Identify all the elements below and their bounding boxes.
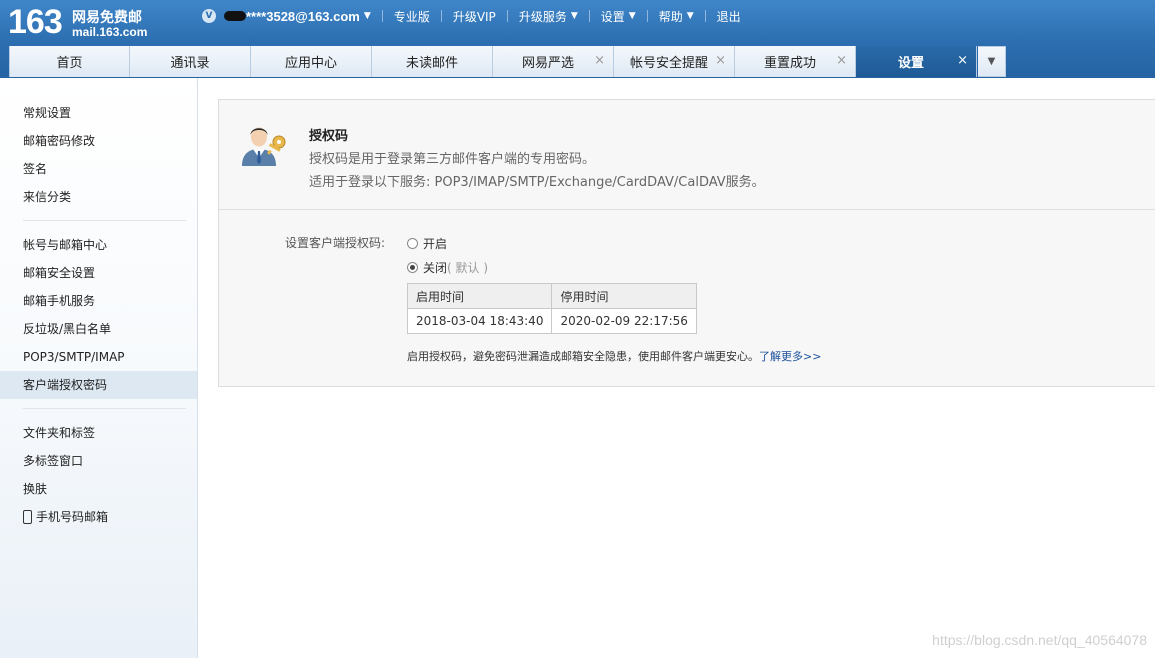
sidebar-item-spam-lists[interactable]: 反垃圾/黑白名单 — [0, 315, 197, 343]
auth-code-on-option[interactable]: 开启 — [407, 235, 447, 252]
chevron-down-icon: ▼ — [570, 11, 578, 21]
sidebar-item-folders-labels[interactable]: 文件夹和标签 — [0, 419, 197, 447]
column-header-disabled-time: 停用时间 — [551, 283, 697, 309]
disabled-time-cell: 2020-02-09 22:17:56 — [551, 308, 697, 334]
auth-code-time-table: 启用时间 停用时间 2018-03-04 18:43:40 2020-02-09… — [406, 283, 697, 334]
tab-yanxuan[interactable]: 网易严选 × — [493, 46, 614, 77]
close-icon[interactable]: × — [836, 54, 847, 67]
sidebar-item-label: 手机号码邮箱 — [36, 510, 109, 524]
sidebar-item-skins[interactable]: 换肤 — [0, 475, 197, 503]
upgrade-vip-link[interactable]: 升级VIP — [453, 8, 496, 25]
settings-menu-label: 设置 — [600, 9, 625, 24]
tab-label: 首页 — [56, 56, 83, 71]
sidebar-item-phone-mailbox[interactable]: 手机号码邮箱 — [0, 503, 197, 531]
panel-title: 授权码 — [309, 129, 349, 144]
sidebar-item-mail-filters[interactable]: 来信分类 — [0, 183, 197, 211]
close-icon[interactable]: × — [715, 54, 726, 67]
logo-domain: mail.163.com — [72, 25, 148, 39]
panel-header: 授权码 授权码是用于登录第三方邮件客户端的专用密码。 适用于登录以下服务: PO… — [219, 100, 1155, 210]
divider — [704, 10, 706, 22]
divider — [646, 10, 648, 22]
learn-more-link[interactable]: 了解更多>> — [759, 350, 821, 363]
logo-title: 网易免费邮 — [72, 10, 142, 26]
mobile-phone-icon — [23, 510, 32, 524]
sidebar-item-account-center[interactable]: 帐号与邮箱中心 — [0, 231, 197, 259]
sidebar-item-mobile-service[interactable]: 邮箱手机服务 — [0, 287, 197, 315]
panel-body: 设置客户端授权码: 开启 关闭 ( 默认 ) 启用时间 停用时间 2018-03… — [219, 210, 1155, 386]
panel-description: 授权码是用于登录第三方邮件客户端的专用密码。 — [309, 152, 596, 167]
sidebar-item-general-settings[interactable]: 常规设置 — [0, 99, 197, 127]
watermark: https://blog.csdn.net/qq_40564078 — [932, 632, 1147, 648]
radio-off-label: 关闭 — [423, 261, 448, 275]
sidebar-item-security-settings[interactable]: 邮箱安全设置 — [0, 259, 197, 287]
close-icon[interactable]: × — [957, 54, 968, 67]
logo-number: 163 — [8, 3, 63, 41]
account-menu[interactable]: ****3528@163.com ▼ — [224, 9, 371, 24]
column-header-enabled-time: 启用时间 — [406, 283, 553, 309]
help-menu[interactable]: 帮助 ▼ — [659, 8, 694, 25]
radio-on-label: 开启 — [423, 237, 448, 251]
sidebar-item-client-auth-code[interactable]: 客户端授权密码 — [0, 371, 197, 399]
tab-label: 重置成功 — [763, 56, 816, 71]
help-menu-label: 帮助 — [658, 9, 683, 24]
tab-reset-success[interactable]: 重置成功 × — [735, 46, 856, 77]
vip-badge-icon[interactable]: V — [202, 9, 216, 23]
tab-contacts[interactable]: 通讯录 — [130, 46, 251, 77]
tab-bar: 首页 通讯录 应用中心 未读邮件 网易严选 × 帐号安全提醒 × 重置成功 × … — [9, 46, 1006, 77]
tab-label: 应用中心 — [284, 56, 337, 71]
sidebar-item-signature[interactable]: 签名 — [0, 155, 197, 183]
settings-sidebar: 常规设置 邮箱密码修改 签名 来信分类 帐号与邮箱中心 邮箱安全设置 邮箱手机服… — [0, 78, 198, 658]
settings-menu[interactable]: 设置 ▼ — [601, 8, 636, 25]
account-email: ****3528@163.com — [246, 8, 360, 24]
tab-account-security-alert[interactable]: 帐号安全提醒 × — [614, 46, 735, 77]
tab-label: 未读邮件 — [405, 56, 458, 71]
divider — [381, 10, 383, 22]
pro-edition-link[interactable]: 专业版 — [394, 8, 430, 25]
upgrade-service-label: 升级服务 — [518, 9, 567, 24]
chevron-down-icon: ▼ — [628, 11, 636, 21]
default-note: ( 默认 ) — [447, 261, 489, 275]
user-key-icon — [242, 127, 286, 166]
security-tip: 启用授权码，避免密码泄漏造成邮箱安全隐患，使用邮件客户端更安心。了解更多>> — [407, 348, 821, 364]
chevron-down-icon: ▼ — [987, 56, 996, 67]
masked-username — [224, 11, 246, 21]
top-nav: V ****3528@163.com ▼ 专业版 升级VIP 升级服务 ▼ 设置… — [202, 6, 741, 26]
logout-link[interactable]: 退出 — [717, 8, 741, 25]
tab-settings[interactable]: 设置 × — [856, 46, 977, 77]
sidebar-group-account: 帐号与邮箱中心 邮箱安全设置 邮箱手机服务 反垃圾/黑白名单 POP3/SMTP… — [0, 221, 197, 399]
tab-label: 帐号安全提醒 — [629, 56, 708, 71]
upgrade-service-menu[interactable]: 升级服务 ▼ — [519, 8, 578, 25]
tab-unread-mail[interactable]: 未读邮件 — [372, 46, 493, 77]
chevron-down-icon: ▼ — [686, 11, 694, 21]
divider — [588, 10, 590, 22]
tab-label: 网易严选 — [521, 56, 574, 71]
sidebar-item-multi-tab-window[interactable]: 多标签窗口 — [0, 447, 197, 475]
sidebar-item-change-password[interactable]: 邮箱密码修改 — [0, 127, 197, 155]
radio-off[interactable] — [407, 262, 418, 273]
sidebar-group-general: 常规设置 邮箱密码修改 签名 来信分类 — [0, 78, 197, 211]
tab-label: 通讯录 — [170, 56, 210, 71]
auth-code-panel: 授权码 授权码是用于登录第三方邮件客户端的专用密码。 适用于登录以下服务: PO… — [218, 99, 1155, 387]
table-header-row: 启用时间 停用时间 — [406, 283, 697, 309]
sidebar-group-display: 文件夹和标签 多标签窗口 换肤 手机号码邮箱 — [0, 409, 197, 531]
close-icon[interactable]: × — [594, 54, 605, 67]
table-row: 2018-03-04 18:43:40 2020-02-09 22:17:56 — [406, 308, 697, 334]
tab-label: 设置 — [897, 56, 924, 71]
divider — [506, 10, 508, 22]
security-tip-text: 启用授权码，避免密码泄漏造成邮箱安全隐患，使用邮件客户端更安心。 — [407, 350, 759, 363]
radio-on[interactable] — [407, 238, 418, 249]
auth-code-setting-label: 设置客户端授权码: — [285, 236, 386, 250]
chevron-down-icon: ▼ — [363, 11, 371, 21]
tab-home[interactable]: 首页 — [9, 46, 130, 77]
enabled-time-cell: 2018-03-04 18:43:40 — [406, 308, 553, 334]
panel-services-description: 适用于登录以下服务: POP3/IMAP/SMTP/Exchange/CardD… — [309, 175, 765, 190]
sidebar-item-pop3-smtp-imap[interactable]: POP3/SMTP/IMAP — [0, 343, 197, 371]
auth-code-off-option[interactable]: 关闭 ( 默认 ) — [407, 259, 488, 276]
more-tabs-button[interactable]: ▼ — [978, 46, 1006, 77]
tab-app-center[interactable]: 应用中心 — [251, 46, 372, 77]
top-bar: 163 网易免费邮 mail.163.com V ****3528@163.co… — [0, 0, 1155, 78]
divider — [440, 10, 442, 22]
